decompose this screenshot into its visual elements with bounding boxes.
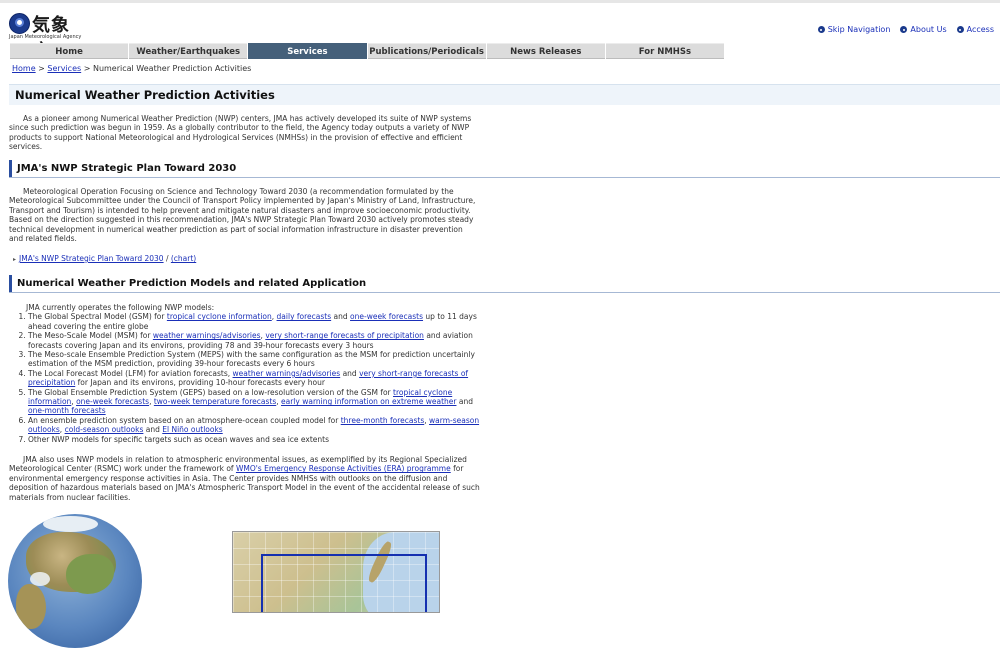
item-text: An ensemble prediction system based on a… [28,415,341,425]
jma-logo[interactable]: 気象庁 Japan Meteorological Agency [9,12,83,62]
breadcrumb-separator: > [35,64,48,73]
weather-warnings-link[interactable]: weather warnings/advisories [233,369,341,378]
rsmc-paragraph: JMA also uses NWP models in relation to … [9,455,485,502]
very-short-range-forecasts-link[interactable]: very short-range forecasts of precipitat… [265,331,424,340]
item-text: The Meso-Scale Model (MSM) for [28,331,153,341]
two-week-temperature-link[interactable]: two-week temperature forecasts [154,397,276,406]
section-heading-text: Numerical Weather Prediction Models and … [17,278,367,289]
nav-services[interactable]: Services [248,43,367,59]
models-list: The Global Spectral Model (GSM) for trop… [9,312,483,444]
utility-links: Skip Navigation About Us Access [817,25,994,34]
heading-underline [9,177,1000,178]
strategic-plan-text: Meteorological Operation Focusing on Sci… [9,187,476,244]
nav-publications[interactable]: Publications/Periodicals [367,43,486,59]
breadcrumb-separator: > [81,64,93,73]
list-item: Other NWP models for specific targets su… [28,435,483,444]
one-week-forecasts-link[interactable]: one-week forecasts [350,312,423,321]
three-month-forecasts-link[interactable]: three-month forecasts [341,416,425,425]
item-text: The Global Ensemble Prediction System (G… [28,387,394,397]
list-item: The Meso-scale Ensemble Prediction Syste… [28,350,483,369]
item-text: Other NWP models for specific targets su… [28,434,329,444]
section-heading-text: JMA's NWP Strategic Plan Toward 2030 [17,163,237,174]
item-text: and [456,397,473,407]
el-nino-outlooks-link[interactable]: El Niño outlooks [162,425,222,434]
one-week-forecasts-link[interactable]: one-week forecasts [76,397,149,406]
list-item: The Global Spectral Model (GSM) for trop… [28,312,483,331]
land-shape [66,554,114,594]
strategic-plan-links: ▸ JMA's NWP Strategic Plan Toward 2030 / … [13,254,196,263]
land-shape [16,584,46,629]
early-warning-link[interactable]: early warning information on extreme wea… [281,397,456,406]
jma-emblem-icon [9,13,30,34]
wmo-era-link[interactable]: WMO's Emergency Response Activities (ERA… [236,464,451,473]
item-text: and [340,368,360,378]
page-title: Numerical Weather Prediction Activities [15,88,275,102]
section-heading-strategic-plan: JMA's NWP Strategic Plan Toward 2030 [9,160,1000,177]
cloud-shape [30,572,50,586]
breadcrumb: Home > Services > Numerical Weather Pred… [12,64,251,73]
about-us-label: About Us [910,25,947,34]
item-text: The Local Forecast Model (LFM) for aviat… [28,368,233,378]
heading-underline [9,292,1000,293]
list-item: An ensemble prediction system based on a… [28,416,483,435]
nav-for-nmhss[interactable]: For NMHSs [605,43,725,59]
about-us-link[interactable]: About Us [900,25,947,34]
ice-shape [43,516,98,532]
top-border [0,0,1000,3]
page-title-bar: Numerical Weather Prediction Activities [9,84,1000,105]
list-item: The Meso-Scale Model (MSM) for weather w… [28,331,483,350]
strategic-plan-paragraph: Meteorological Operation Focusing on Sci… [9,187,479,243]
bullet-icon [956,26,964,33]
skip-navigation-link[interactable]: Skip Navigation [817,25,891,34]
access-link[interactable]: Access [956,25,994,34]
item-text: The Global Spectral Model (GSM) for [28,312,167,322]
item-text: for Japan and its environs, providing 10… [75,378,325,388]
model-domain-box [261,554,427,612]
cold-season-outlooks-link[interactable]: cold-season outlooks [65,425,144,434]
nav-home[interactable]: Home [10,43,129,59]
breadcrumb-home[interactable]: Home [12,64,36,73]
breadcrumb-current: Numerical Weather Prediction Activities [92,64,252,73]
item-text: The Meso-scale Ensemble Prediction Syste… [28,350,475,369]
skip-navigation-label: Skip Navigation [827,25,891,34]
item-text: and [331,312,351,322]
intro-paragraph: As a pioneer among Numerical Weather Pre… [9,114,479,152]
intro-text: As a pioneer among Numerical Weather Pre… [9,114,472,152]
strategic-plan-link[interactable]: JMA's NWP Strategic Plan Toward 2030 [19,254,164,263]
models-intro: JMA currently operates the following NWP… [26,303,215,312]
list-item: The Global Ensemble Prediction System (G… [28,388,483,416]
breadcrumb-services[interactable]: Services [47,64,81,73]
logo-english: Japan Meteorological Agency [9,34,82,40]
list-item: The Local Forecast Model (LFM) for aviat… [28,369,483,388]
chart-link[interactable]: (chart) [171,254,196,263]
daily-forecasts-link[interactable]: daily forecasts [277,312,332,321]
item-text: and [143,425,163,435]
nwp-models-section: JMA currently operates the following NWP… [9,303,483,444]
tropical-cyclone-link[interactable]: tropical cyclone information [167,312,272,321]
bullet-icon [900,26,908,33]
main-nav: Home Weather/Earthquakes Services Public… [10,43,725,59]
arrow-right-icon: ▸ [13,256,17,263]
nav-weather-earthquakes[interactable]: Weather/Earthquakes [129,43,248,59]
one-month-forecasts-link[interactable]: one-month forecasts [28,406,106,415]
access-label: Access [966,25,994,34]
weather-warnings-link[interactable]: weather warnings/advisories [153,331,261,340]
section-heading-nwp-models: Numerical Weather Prediction Models and … [9,275,1000,292]
global-model-globe-image [8,514,142,648]
regional-model-domain-map [232,531,440,613]
bullet-icon [817,26,825,33]
nav-news-releases[interactable]: News Releases [486,43,605,59]
link-separator: / [163,254,171,263]
